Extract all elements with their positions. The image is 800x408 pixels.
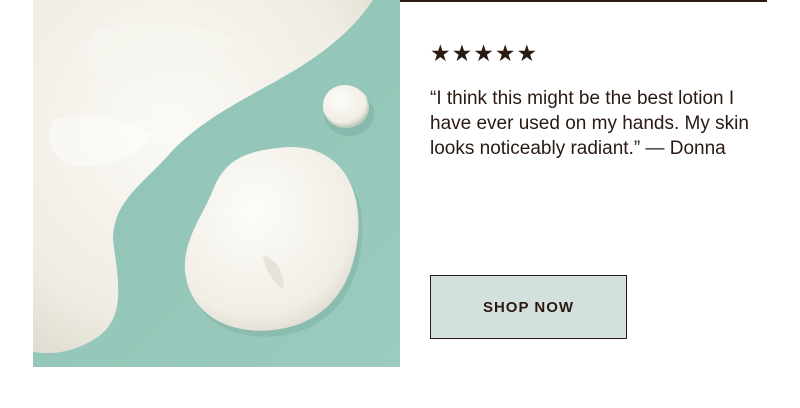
lotion-swatch-illustration [33, 0, 400, 367]
shop-now-label: SHOP NOW [482, 298, 575, 316]
rating-stars: ★★★★★ [430, 41, 539, 67]
top-divider [400, 0, 767, 2]
lotion-product-image [33, 0, 400, 367]
review-quote: “I think this might be the best lotion I… [430, 88, 749, 159]
shop-now-button[interactable]: SHOP NOW [430, 275, 627, 339]
